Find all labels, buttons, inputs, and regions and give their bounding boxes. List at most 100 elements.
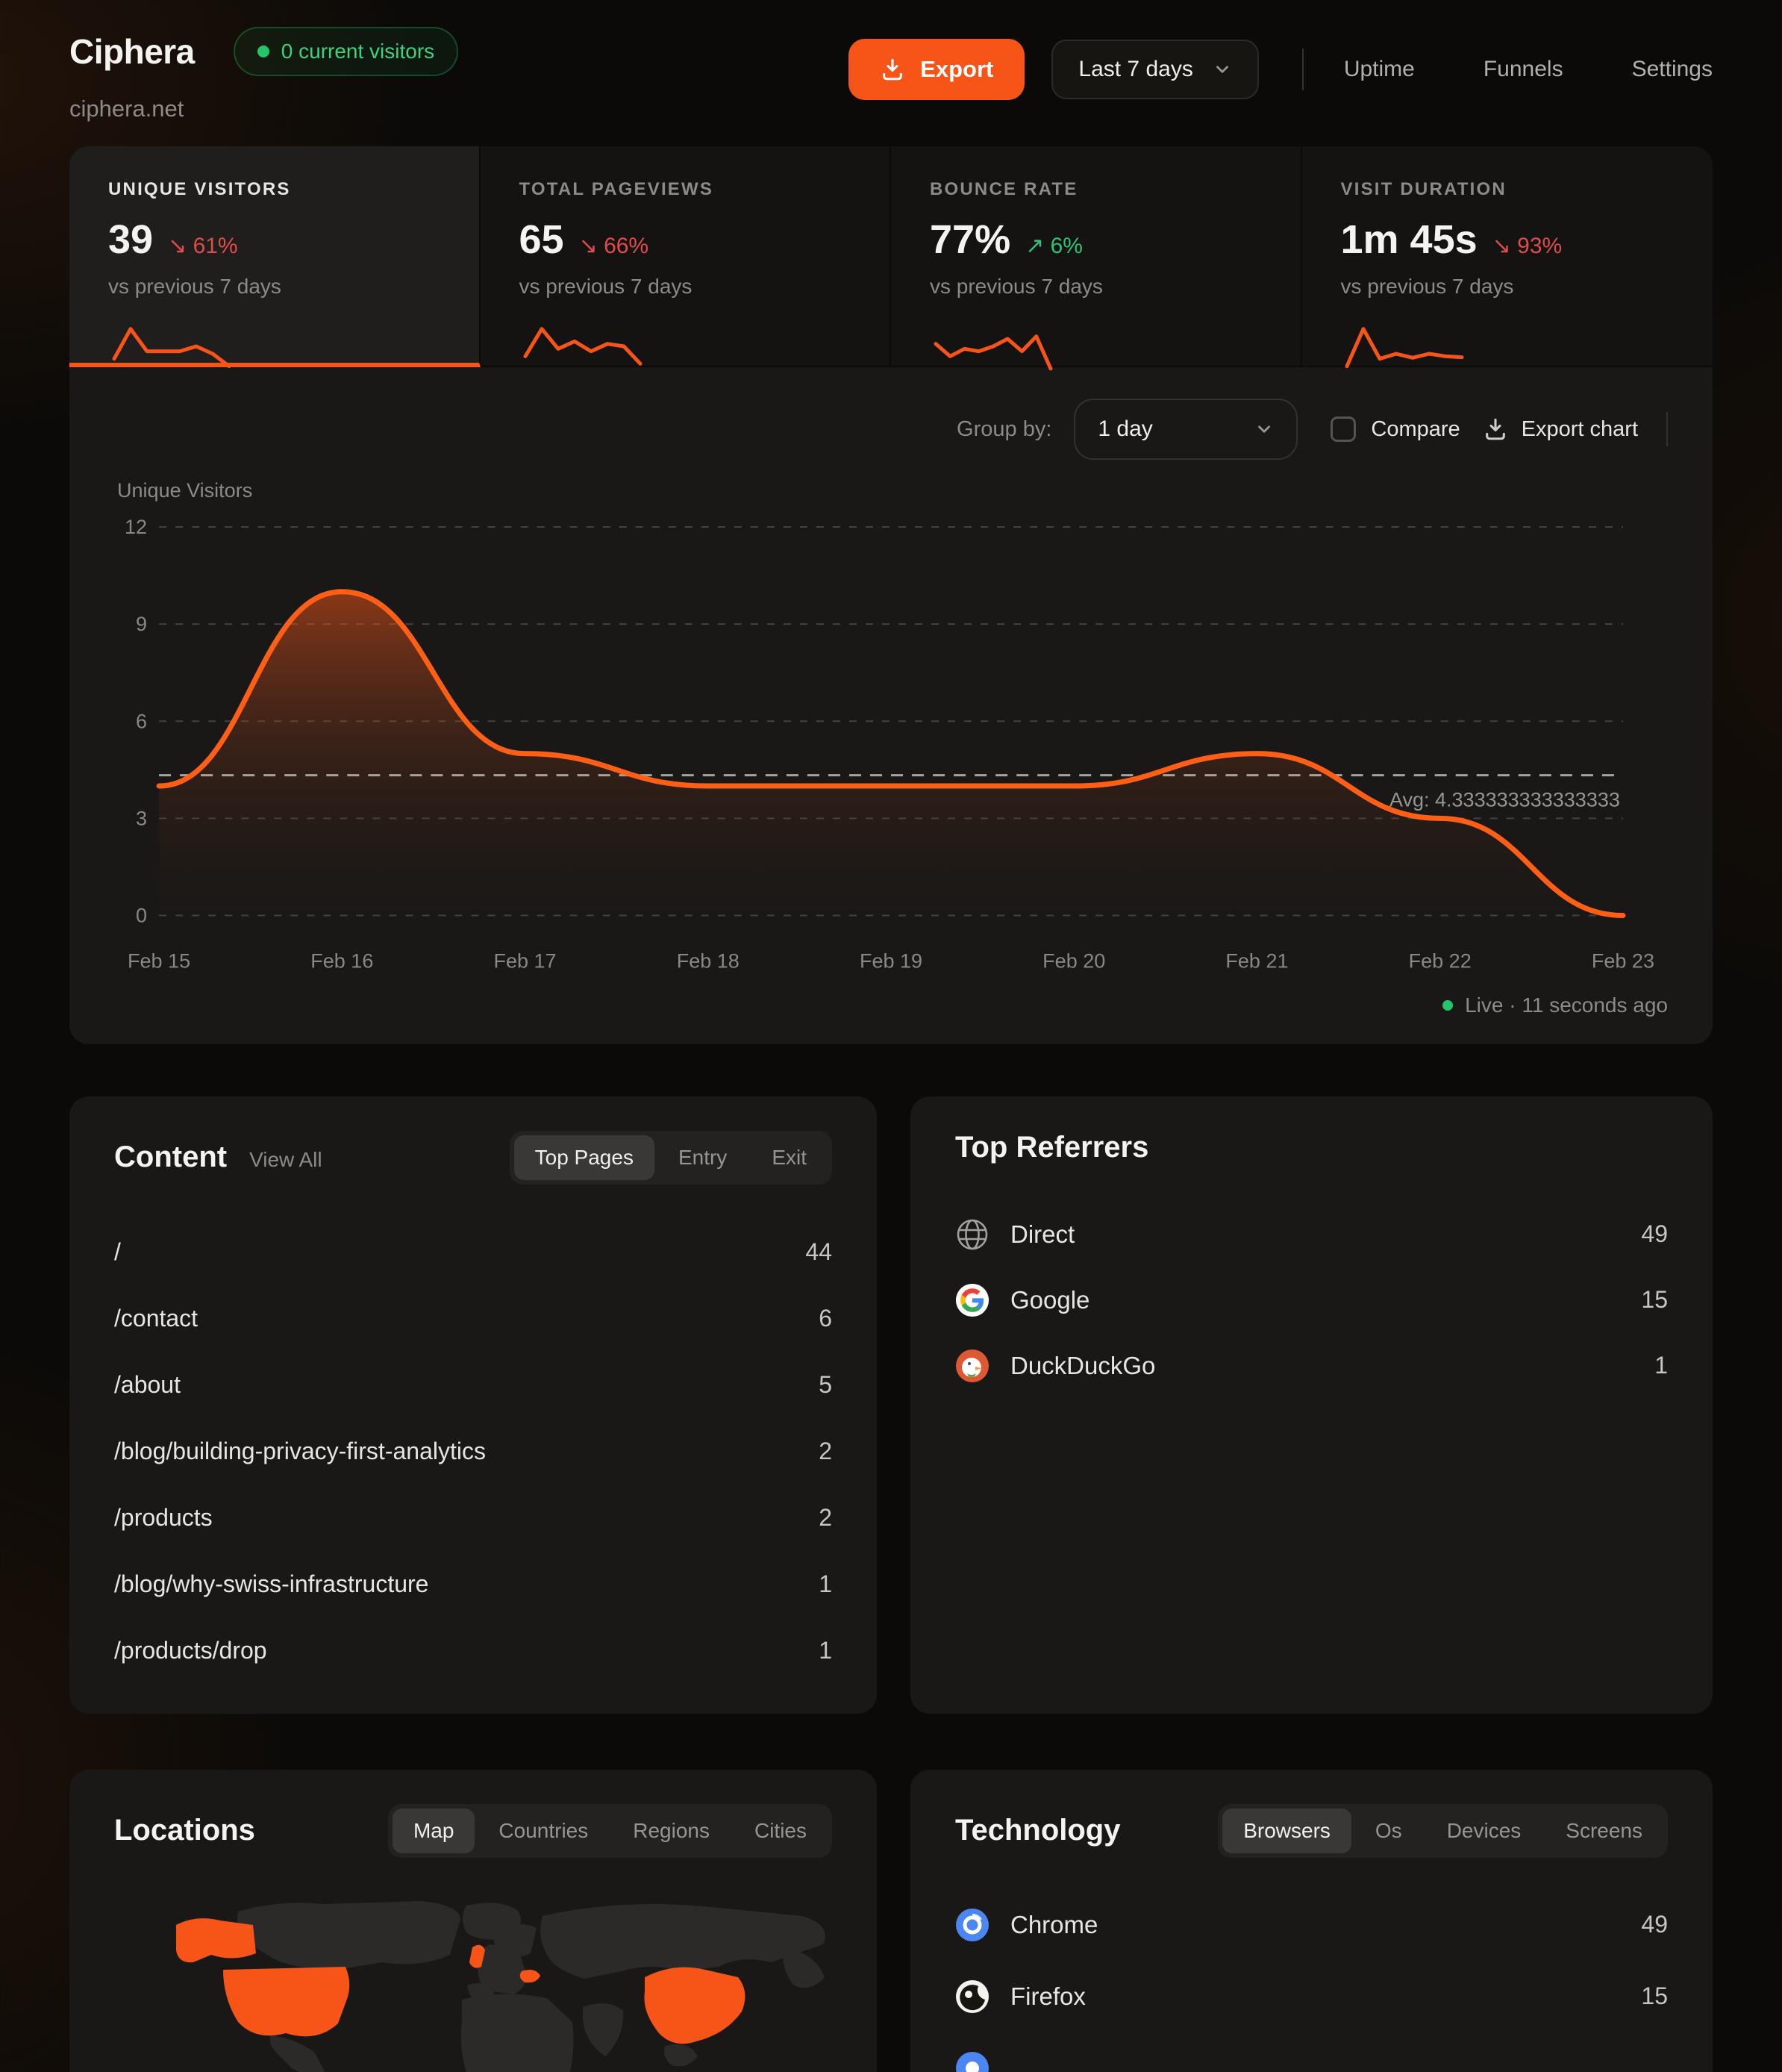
locations-tabs: Map Countries Regions Cities (388, 1804, 832, 1858)
export-button[interactable]: Export (848, 39, 1025, 100)
page-row[interactable]: /contact6 (114, 1285, 832, 1352)
stat-label: TOTAL PAGEVIEWS (519, 179, 851, 200)
page-count: 6 (819, 1305, 832, 1332)
x-tick: Feb 18 (677, 950, 740, 973)
x-tick: Feb 20 (1042, 950, 1105, 973)
stat-total-pageviews[interactable]: TOTAL PAGEVIEWS 65 ↘ 66% vs previous 7 d… (481, 146, 892, 367)
map-region-fareast (784, 1947, 825, 1988)
sparkline-chart (519, 313, 646, 373)
chevron-down-icon (1254, 419, 1274, 439)
export-chart-button[interactable]: Export chart (1483, 416, 1638, 442)
page-row[interactable]: /blog/why-swiss-infrastructure1 (114, 1551, 832, 1617)
stat-delta-value: 61% (193, 234, 238, 258)
map-country-alaska (176, 1918, 256, 1962)
nav-item-uptime[interactable]: Uptime (1344, 57, 1415, 82)
export-button-label: Export (920, 56, 993, 83)
map-country-usa (223, 1967, 349, 2036)
content-title: Content (114, 1140, 227, 1174)
tab-os[interactable]: Os (1354, 1809, 1423, 1853)
compare-checkbox[interactable] (1331, 416, 1356, 442)
current-visitors-label: 0 current visitors (281, 40, 434, 63)
view-all-link[interactable]: View All (249, 1148, 322, 1172)
referrers-card: Top Referrers Direct 49 (910, 1096, 1713, 1714)
tab-countries[interactable]: Countries (478, 1809, 609, 1853)
page-path: / (114, 1238, 121, 1266)
page-row[interactable]: /products2 (114, 1485, 832, 1551)
group-by-dropdown[interactable]: 1 day (1074, 399, 1298, 460)
date-range-dropdown[interactable]: Last 7 days (1051, 40, 1258, 99)
stat-visit-duration[interactable]: VISIT DURATION 1m 45s ↘ 93% vs previous … (1302, 146, 1713, 367)
tab-screens[interactable]: Screens (1545, 1809, 1663, 1853)
stat-compare-label: vs previous 7 days (1341, 275, 1675, 299)
live-status: Live · 11 seconds ago (114, 993, 1668, 1025)
stat-delta: ↘ 61% (168, 233, 238, 259)
technology-tabs: Browsers Os Devices Screens (1218, 1804, 1668, 1858)
chart-controls: Group by: 1 day Compare Export chart (114, 399, 1668, 460)
compare-control: Compare (1331, 416, 1460, 442)
browser-row-firefox[interactable]: Firefox 15 (955, 1961, 1668, 2032)
nav-item-settings[interactable]: Settings (1632, 57, 1713, 82)
browser-name: Chrome (1010, 1911, 1098, 1939)
x-tick: Feb 21 (1225, 950, 1288, 973)
map-region-mexico (270, 2035, 325, 2072)
analytics-card: UNIQUE VISITORS 39 ↘ 61% vs previous 7 d… (69, 146, 1713, 1044)
tab-devices[interactable]: Devices (1426, 1809, 1542, 1853)
stat-delta-value: 66% (604, 234, 648, 258)
stats-row: UNIQUE VISITORS 39 ↘ 61% vs previous 7 d… (69, 146, 1713, 367)
area-fill (159, 592, 1623, 916)
x-tick: Feb 19 (860, 950, 922, 973)
x-tick: Feb 16 (310, 950, 373, 973)
browser-count: 15 (1641, 1982, 1668, 2010)
page-path: /blog/why-swiss-infrastructure (114, 1570, 428, 1598)
export-chart-label: Export chart (1522, 417, 1638, 442)
referrer-row-google[interactable]: Google 15 (955, 1267, 1668, 1333)
x-tick: Feb 15 (128, 950, 190, 973)
top-nav: Uptime Funnels Settings (1344, 57, 1713, 82)
stat-bounce-rate[interactable]: BOUNCE RATE 77% ↗ 6% vs previous 7 days (891, 146, 1302, 367)
page-count: 44 (805, 1238, 832, 1266)
tab-regions[interactable]: Regions (612, 1809, 731, 1853)
stat-value: 77% (930, 216, 1010, 263)
stat-delta-value: 93% (1517, 234, 1562, 258)
download-icon (880, 57, 905, 82)
stat-label: VISIT DURATION (1341, 179, 1675, 200)
page-count: 2 (819, 1438, 832, 1465)
tab-cities[interactable]: Cities (734, 1809, 828, 1853)
referrer-row-direct[interactable]: Direct 49 (955, 1202, 1668, 1267)
y-tick: 6 (136, 710, 147, 732)
tab-map[interactable]: Map (393, 1809, 475, 1853)
browser-row-partial[interactable] (955, 2032, 1668, 2072)
referrer-row-duckduckgo[interactable]: DuckDuckGo 1 (955, 1333, 1668, 1399)
nav-item-funnels[interactable]: Funnels (1484, 57, 1563, 82)
site-domain: ciphera.net (69, 96, 458, 122)
world-map[interactable] (99, 1873, 877, 2072)
tab-exit[interactable]: Exit (751, 1135, 828, 1180)
page-row[interactable]: / 44 (114, 1219, 832, 1285)
main-chart-section: Group by: 1 day Compare Export chart (69, 367, 1713, 1044)
referrer-name: Direct (1010, 1220, 1075, 1249)
google-icon (955, 1283, 990, 1317)
browser-rows: Chrome 49 Firefox 15 (955, 1889, 1668, 2072)
stat-unique-visitors[interactable]: UNIQUE VISITORS 39 ↘ 61% vs previous 7 d… (69, 146, 481, 367)
stat-value: 1m 45s (1341, 216, 1478, 263)
content-card: Content View All Top Pages Entry Exit / 4… (69, 1096, 877, 1714)
browser-row-chrome[interactable]: Chrome 49 (955, 1889, 1668, 1961)
page-row[interactable]: /blog/building-privacy-first-analytics2 (114, 1418, 832, 1485)
page-row[interactable]: /products/drop1 (114, 1617, 832, 1684)
referrer-count: 15 (1641, 1286, 1668, 1314)
duckduckgo-icon (955, 1349, 990, 1383)
group-by-label: Group by: (957, 417, 1051, 442)
tab-top-pages[interactable]: Top Pages (514, 1135, 654, 1180)
page-row[interactable]: /about5 (114, 1352, 832, 1418)
referrer-count: 1 (1654, 1352, 1668, 1379)
page-path: /products (114, 1504, 213, 1532)
tab-entry[interactable]: Entry (657, 1135, 748, 1180)
trend-down-icon: ↘ (1492, 234, 1511, 258)
y-axis-title: Unique Visitors (117, 482, 252, 502)
stat-compare-label: vs previous 7 days (930, 275, 1262, 299)
map-region-africa (461, 1994, 574, 2072)
header: Ciphera 0 current visitors ciphera.net E… (69, 27, 1713, 122)
tab-browsers[interactable]: Browsers (1222, 1809, 1351, 1853)
stat-compare-label: vs previous 7 days (519, 275, 851, 299)
stat-delta: ↘ 66% (579, 233, 649, 259)
